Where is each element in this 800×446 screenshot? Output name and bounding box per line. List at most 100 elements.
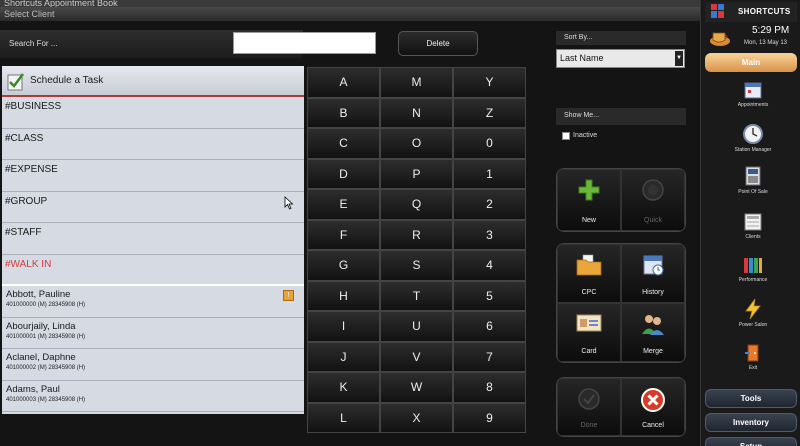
key-r[interactable]: R	[380, 219, 453, 250]
key-c[interactable]: C	[307, 128, 380, 159]
key-1[interactable]: 1	[453, 158, 526, 189]
new-button[interactable]: New	[557, 169, 621, 231]
key-8[interactable]: 8	[453, 372, 526, 403]
key-x[interactable]: X	[380, 402, 453, 433]
card-label: Card	[581, 348, 597, 355]
key-4[interactable]: 4	[453, 250, 526, 281]
coffee-cup-icon	[710, 32, 730, 46]
key-v[interactable]: V	[380, 341, 453, 372]
key-w[interactable]: W	[380, 372, 453, 403]
key-3[interactable]: 3	[453, 219, 526, 250]
category-row-staff[interactable]: #STAFF	[2, 223, 304, 255]
client-row[interactable]: Aclanel, Daphne 401000002 (M) 28345908 (…	[2, 349, 304, 381]
key-j[interactable]: J	[307, 341, 380, 372]
key-l[interactable]: L	[307, 402, 380, 433]
show-me-label: Show Me...	[556, 108, 686, 125]
client-row[interactable]: Adams, Paul 401000003 (M) 28345908 (H)	[2, 381, 304, 412]
window-title: Select Client	[0, 7, 700, 21]
key-m[interactable]: M	[380, 67, 453, 98]
tab-tools[interactable]: Tools	[705, 389, 797, 408]
shortcut-power-salon[interactable]: Power Salon	[720, 298, 786, 328]
search-input[interactable]	[233, 32, 376, 54]
client-phone: 401000002 (M) 28345908 (H)	[6, 365, 86, 371]
key-p[interactable]: P	[380, 158, 453, 189]
quick-label: Quick	[644, 217, 662, 224]
new-label: New	[581, 217, 596, 224]
tab-inventory[interactable]: Inventory	[705, 413, 797, 432]
shortcut-appointments[interactable]: Appointments	[720, 80, 786, 108]
key-6[interactable]: 6	[453, 311, 526, 342]
merge-button[interactable]: Merge	[621, 303, 685, 362]
category-row-class[interactable]: #CLASS	[2, 129, 304, 160]
shortcut-label: Appointments	[737, 102, 769, 108]
key-b[interactable]: B	[307, 97, 380, 128]
chevron-down-icon[interactable]: ▼	[675, 51, 683, 66]
client-row[interactable]: Abourjaily, Linda 401000001 (M) 28345908…	[2, 318, 304, 349]
client-list: Schedule a Task #BUSINESS #CLASS #EXPENS…	[2, 66, 304, 414]
quick-button[interactable]: Quick	[621, 169, 685, 231]
key-i[interactable]: I	[307, 311, 380, 342]
key-q[interactable]: Q	[380, 189, 453, 220]
schedule-task-row[interactable]: Schedule a Task	[2, 66, 304, 97]
done-button[interactable]: Done	[557, 378, 621, 436]
category-row-group[interactable]: #GROUP	[2, 192, 304, 223]
tab-setup[interactable]: Setup	[705, 437, 797, 446]
shortcut-clients[interactable]: Clients	[720, 212, 786, 240]
key-g[interactable]: G	[307, 250, 380, 281]
sort-by-select[interactable]: Last Name ▼	[556, 49, 685, 68]
key-k[interactable]: K	[307, 372, 380, 403]
clock-icon	[743, 124, 763, 144]
key-e[interactable]: E	[307, 189, 380, 220]
cpc-button[interactable]: CPC	[557, 244, 621, 303]
client-name: Aclanel, Daphne	[6, 352, 76, 363]
card-icon	[576, 314, 602, 332]
key-2[interactable]: 2	[453, 189, 526, 220]
category-row-walk-in[interactable]: #WALK IN	[2, 255, 304, 286]
key-d[interactable]: D	[307, 158, 380, 189]
lightning-bolt-icon	[745, 298, 761, 320]
shortcut-exit[interactable]: Exit	[720, 343, 786, 371]
cpc-label: CPC	[581, 289, 597, 296]
history-button[interactable]: History	[621, 244, 685, 303]
key-s[interactable]: S	[380, 250, 453, 281]
shortcut-label: Exit	[748, 365, 758, 371]
alert-flag-icon[interactable]: !	[283, 290, 294, 301]
key-5[interactable]: 5	[453, 280, 526, 311]
client-name: Adams, Paul	[6, 383, 60, 395]
key-7[interactable]: 7	[453, 341, 526, 372]
category-row-expense[interactable]: #EXPENSE	[2, 160, 304, 192]
mouse-cursor-icon	[284, 196, 294, 210]
key-y[interactable]: Y	[453, 67, 526, 98]
clock-date: Mon, 13 May 13	[744, 40, 788, 46]
delete-button[interactable]: Delete	[398, 31, 478, 56]
cancel-button[interactable]: Cancel	[621, 378, 685, 436]
shortcut-station-manager[interactable]: Station Manager	[720, 123, 786, 153]
inactive-checkbox[interactable]	[562, 132, 570, 140]
plus-icon	[578, 179, 600, 201]
category-row-business[interactable]: #BUSINESS	[2, 97, 304, 129]
tab-main[interactable]: Main	[705, 53, 797, 72]
key-a[interactable]: A	[307, 67, 380, 98]
key-o[interactable]: O	[380, 128, 453, 159]
key-t[interactable]: T	[380, 280, 453, 311]
shortcut-label: Clients	[745, 234, 761, 240]
key-0[interactable]: 0	[453, 128, 526, 159]
quick-icon	[642, 179, 664, 201]
key-f[interactable]: F	[307, 219, 380, 250]
clock-time: 5:29 PM	[752, 25, 790, 36]
card-button[interactable]: Card	[557, 303, 621, 362]
shortcut-point-of-sale[interactable]: Point Of Sale	[720, 165, 786, 195]
appointment-book-icon	[744, 82, 762, 99]
client-row[interactable]: Abbott, Pauline 401000000 (M) 28345908 (…	[2, 286, 304, 318]
key-z[interactable]: Z	[453, 97, 526, 128]
client-phone: 401000001 (M) 28345908 (H)	[6, 333, 86, 340]
key-n[interactable]: N	[380, 97, 453, 128]
client-name: Abourjaily, Linda	[6, 320, 76, 332]
shortcut-performance[interactable]: Performance	[720, 255, 786, 283]
shortcut-label: Power Salon	[738, 322, 768, 328]
key-h[interactable]: H	[307, 280, 380, 311]
key-u[interactable]: U	[380, 311, 453, 342]
key-9[interactable]: 9	[453, 402, 526, 433]
inactive-label: Inactive	[573, 132, 598, 139]
client-phone: 401000003 (M) 28345908 (H)	[6, 396, 86, 403]
